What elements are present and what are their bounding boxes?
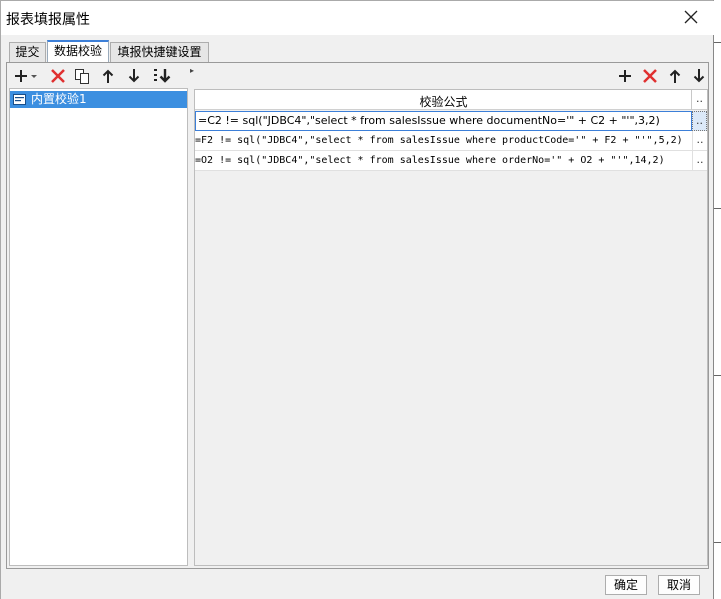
table-row[interactable]: =C2 != sql("JDBC4","select * from salesI… [195, 111, 707, 131]
tab-submit[interactable]: 提交 [9, 42, 46, 62]
add-icon[interactable] [616, 67, 634, 85]
list-item-label: 内置校验1 [31, 92, 87, 106]
grid-header: 校验公式 .. [195, 90, 707, 110]
formula-cell[interactable]: =C2 != sql("JDBC4","select * from salesI… [195, 111, 692, 131]
background-divider [714, 542, 721, 543]
window-title: 报表填报属性 [6, 12, 90, 28]
add-dropdown-icon[interactable] [13, 67, 39, 85]
formula-grid: 校验公式 .. =C2 != sql("JDBC4","select * fro… [194, 89, 708, 566]
background-divider [714, 375, 721, 376]
title-bar: 报表填报属性 [1, 1, 714, 35]
tab-shortcut-settings[interactable]: 填报快捷键设置 [110, 42, 209, 62]
ok-button[interactable]: 确定 [605, 575, 647, 595]
formula-cell[interactable]: =O2 != sql("JDBC4","select * from salesI… [195, 151, 692, 171]
background-divider [714, 208, 721, 209]
move-up-icon[interactable] [99, 67, 117, 85]
validation-panel: 内置校验1 ▸ 校验公式 .. =C2 != sql("JDBC4","sele… [6, 62, 709, 569]
left-pane: 内置校验1 [7, 63, 190, 568]
right-toolbar [194, 63, 708, 89]
delete-icon[interactable] [641, 67, 659, 85]
formula-editor-button[interactable]: .. [692, 111, 707, 131]
dialog-window: 报表填报属性 提交 数据校验 填报快捷键设置 内置校验1 ▸ 校验公式 .. =… [0, 0, 714, 599]
move-down-icon[interactable] [125, 67, 143, 85]
delete-icon[interactable] [49, 67, 67, 85]
header-ellipsis[interactable]: .. [692, 92, 707, 105]
formula-editor-button[interactable]: .. [692, 131, 707, 151]
column-header-formula: 校验公式 [419, 95, 468, 109]
formula-editor-button[interactable]: .. [692, 151, 707, 171]
cancel-button[interactable]: 取消 [658, 575, 700, 595]
copy-icon[interactable] [73, 67, 91, 85]
table-row[interactable]: =O2 != sql("JDBC4","select * from salesI… [195, 151, 707, 171]
background-divider [714, 42, 721, 43]
move-down-icon[interactable] [690, 67, 708, 85]
formula-cell[interactable]: =F2 != sql("JDBC4","select * from salesI… [195, 131, 692, 151]
move-up-icon[interactable] [666, 67, 684, 85]
close-icon[interactable] [682, 8, 700, 26]
tab-data-validation[interactable]: 数据校验 [47, 40, 109, 62]
left-toolbar [7, 63, 190, 89]
table-row[interactable]: =F2 != sql("JDBC4","select * from salesI… [195, 131, 707, 151]
validation-item-icon [13, 94, 26, 105]
move-to-bottom-icon[interactable] [152, 67, 172, 85]
right-pane: 校验公式 .. =C2 != sql("JDBC4","select * fro… [194, 63, 708, 568]
validation-list: 内置校验1 [9, 88, 188, 566]
list-item[interactable]: 内置校验1 [10, 91, 187, 108]
background-window-strip [714, 0, 721, 599]
